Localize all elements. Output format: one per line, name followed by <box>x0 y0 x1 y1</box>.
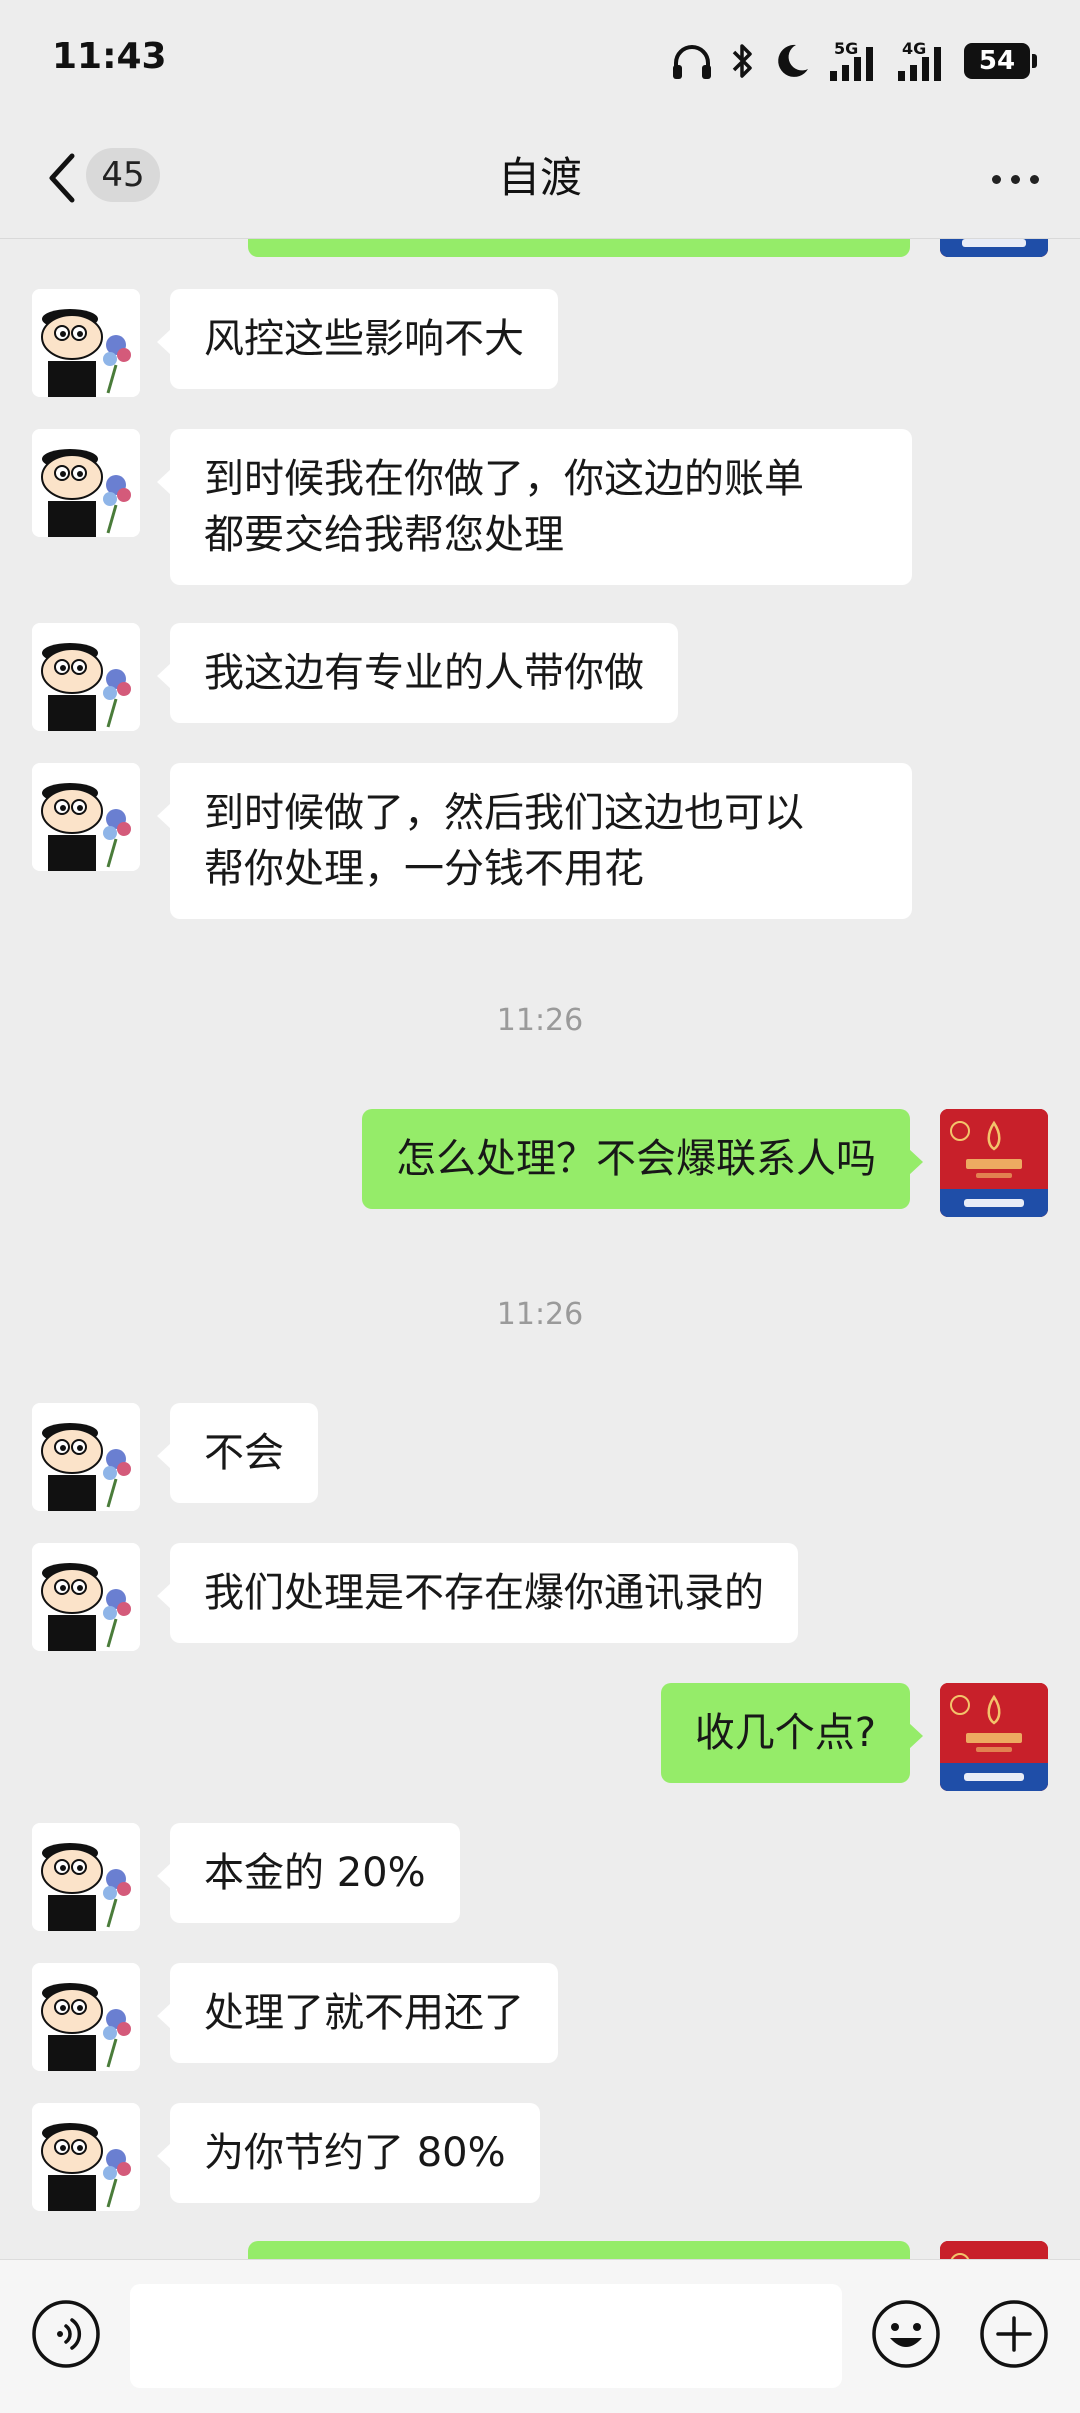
status-time: 11:43 <box>52 36 167 77</box>
emoji-icon <box>872 2300 940 2368</box>
message-text: 风控这些影响不大 <box>204 316 524 362</box>
voice-input-button[interactable] <box>30 2298 102 2370</box>
message-text: 为你节约了 80% <box>204 2130 506 2176</box>
more-options-button[interactable] <box>980 154 1050 204</box>
chevron-left-icon <box>49 153 75 203</box>
my-avatar[interactable] <box>940 239 1048 257</box>
message-text-line: 帮你处理，一分钱不用花 <box>204 846 644 892</box>
bluetooth-icon <box>732 44 752 78</box>
message-bubble-incoming[interactable]: 我这边有专业的人带你做 <box>157 623 678 723</box>
my-avatar[interactable] <box>940 1109 1048 1217</box>
red-card-avatar-icon <box>940 1109 1048 1217</box>
message-text: 不会 <box>204 1430 284 1476</box>
cartoon-boy-avatar-icon <box>32 2103 140 2211</box>
red-card-avatar-icon <box>940 239 1048 257</box>
more-functions-button[interactable] <box>978 2298 1050 2370</box>
status-icons: 5G 4G 54 <box>670 36 1037 86</box>
signal-5g-icon: 5G <box>830 39 873 81</box>
message-text-line: 到时候我在你做了，你这边的账单 <box>204 456 804 502</box>
contact-avatar[interactable] <box>32 623 140 731</box>
my-avatar[interactable] <box>940 2241 1048 2259</box>
message-bubble-incoming[interactable]: 到时候做了，然后我们这边也可以 帮你处理，一分钱不用花 <box>157 763 912 919</box>
back-button[interactable] <box>40 146 86 210</box>
message-bubble-incoming[interactable]: 不会 <box>157 1403 318 1503</box>
headphones-icon <box>673 45 711 79</box>
plus-icon <box>980 2300 1048 2368</box>
my-avatar[interactable] <box>940 1683 1048 1791</box>
battery-level: 54 <box>978 46 1016 76</box>
unread-count-badge[interactable]: 45 <box>86 148 160 202</box>
emoji-button[interactable] <box>870 2298 942 2370</box>
cartoon-boy-avatar-icon <box>32 763 140 871</box>
more-dot-icon <box>991 174 1001 184</box>
message-text: 本金的 20% <box>204 1850 426 1896</box>
chat-header: 45 自渡 <box>0 120 1080 239</box>
signal-4g-label: 4G <box>902 39 926 58</box>
signal-4g-icon: 4G <box>898 39 941 81</box>
voice-icon <box>32 2300 100 2368</box>
message-bubble-incoming[interactable]: 为你节约了 80% <box>157 2103 540 2203</box>
contact-avatar[interactable] <box>32 1543 140 1651</box>
more-dot-icon <box>1010 174 1020 184</box>
cartoon-boy-avatar-icon <box>32 1963 140 2071</box>
contact-avatar[interactable] <box>32 289 140 397</box>
cartoon-boy-avatar-icon <box>32 289 140 397</box>
more-dot-icon <box>1029 174 1039 184</box>
message-timestamp: 11:26 <box>496 1003 584 1038</box>
message-bubble-outgoing-partial[interactable] <box>248 2241 910 2259</box>
chat-title: 自渡 <box>497 153 582 202</box>
message-text-line: 都要交给我帮您处理 <box>204 512 564 558</box>
battery-icon: 54 <box>964 43 1037 79</box>
message-text: 我这边有专业的人带你做 <box>204 650 644 696</box>
message-bubble-incoming[interactable]: 我们处理是不存在爆你通讯录的 <box>157 1543 798 1643</box>
message-text-line: 到时候做了，然后我们这边也可以 <box>204 790 804 836</box>
message-bubble-outgoing[interactable]: 收几个点? <box>660 1683 924 1783</box>
message-bubble-incoming[interactable]: 本金的 20% <box>157 1823 460 1923</box>
contact-avatar[interactable] <box>32 1403 140 1511</box>
contact-avatar[interactable] <box>32 1963 140 2071</box>
red-card-avatar-icon <box>940 2241 1048 2259</box>
cartoon-boy-avatar-icon <box>32 1403 140 1511</box>
message-text: 处理了就不用还了 <box>204 1990 524 2036</box>
cartoon-boy-avatar-icon <box>32 1543 140 1651</box>
message-text: 我们处理是不存在爆你通讯录的 <box>204 1570 764 1616</box>
signal-5g-label: 5G <box>834 39 858 58</box>
contact-avatar[interactable] <box>32 429 140 537</box>
do-not-disturb-moon-icon <box>778 44 808 77</box>
message-bubble-incoming[interactable]: 到时候我在你做了，你这边的账单 都要交给我帮您处理 <box>157 429 912 585</box>
message-text: 收几个点? <box>694 1710 876 1756</box>
message-bubble-incoming[interactable]: 处理了就不用还了 <box>157 1963 558 2063</box>
message-text: 怎么处理？不会爆联系人吗 <box>396 1136 876 1182</box>
contact-avatar[interactable] <box>32 2103 140 2211</box>
message-bubble-outgoing[interactable]: 怎么处理？不会爆联系人吗 <box>362 1109 923 1209</box>
red-card-avatar-icon <box>940 1683 1048 1791</box>
cartoon-boy-avatar-icon <box>32 429 140 537</box>
cartoon-boy-avatar-icon <box>32 623 140 731</box>
message-text-input[interactable] <box>130 2284 842 2388</box>
message-list[interactable]: 风控这些影响不大 到时候我在你做了，你这边的账单 都要交给我帮您处理 我这边有专… <box>0 239 1080 2259</box>
cartoon-boy-avatar-icon <box>32 1823 140 1931</box>
message-bubble-incoming[interactable]: 风控这些影响不大 <box>157 289 558 389</box>
contact-avatar[interactable] <box>32 1823 140 1931</box>
message-timestamp: 11:26 <box>496 1297 584 1332</box>
contact-avatar[interactable] <box>32 763 140 871</box>
message-bubble-outgoing-partial[interactable] <box>248 239 910 257</box>
message-input-bar <box>0 2259 1080 2413</box>
status-bar: 11:43 5G 4G 54 <box>0 0 1080 120</box>
